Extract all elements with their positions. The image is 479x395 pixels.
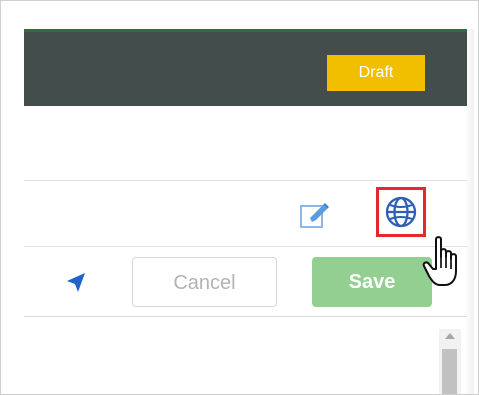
action-row: Cancel Save — [24, 247, 467, 317]
content-lower-area — [24, 317, 474, 394]
edit-button[interactable] — [296, 196, 334, 234]
toolbar-row — [24, 180, 467, 247]
header-bar: Draft — [24, 29, 467, 106]
navigate-button[interactable] — [64, 271, 88, 295]
navigation-arrow-icon — [67, 273, 85, 292]
right-edge-shadow — [464, 29, 474, 394]
globe-icon — [385, 196, 417, 228]
content-blank-section — [24, 106, 467, 180]
save-button[interactable]: Save — [312, 257, 432, 307]
edit-icon — [300, 203, 329, 228]
app-panel: Draft Cancel Save — [24, 29, 474, 394]
screenshot-frame: Draft Cancel Save — [0, 0, 479, 395]
cancel-button[interactable]: Cancel — [132, 257, 277, 307]
globe-button[interactable] — [376, 187, 426, 237]
scrollbar-thumb[interactable] — [442, 349, 457, 394]
status-badge: Draft — [327, 55, 425, 91]
scroll-up-arrow-icon[interactable] — [445, 333, 455, 339]
